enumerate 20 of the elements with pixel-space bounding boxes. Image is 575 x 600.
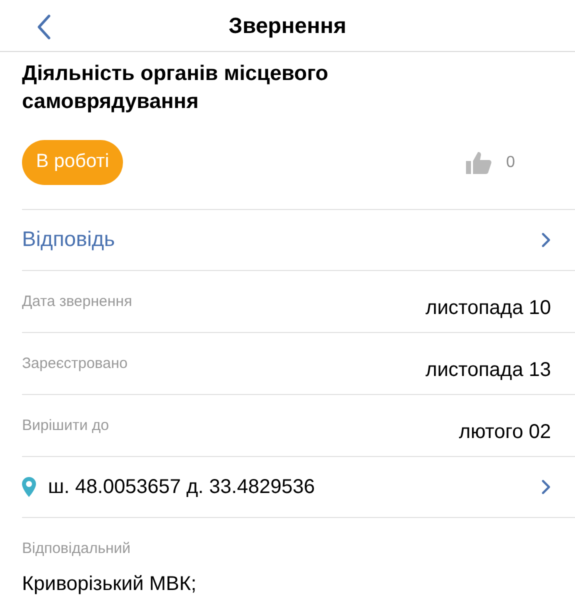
map-pin-icon <box>22 477 36 497</box>
field-value: лютого 02 <box>458 420 551 445</box>
window-title: Звернення <box>228 12 346 40</box>
thumbs-up-icon <box>466 150 492 174</box>
field-label: Дата звернення <box>22 292 132 312</box>
chevron-right-icon <box>541 232 551 248</box>
answer-link[interactable]: Відповідь <box>22 210 575 271</box>
field-value: Криворізький МВК; <box>22 572 198 596</box>
field-value: листопада 10 <box>426 296 551 321</box>
field-label: Вирішити до <box>22 416 109 436</box>
like-count: 0 <box>506 152 515 172</box>
status-badge: В роботі <box>22 140 124 185</box>
location-row[interactable]: ш. 48.0053657 д. 33.4829536 <box>22 457 575 518</box>
chevron-right-icon <box>541 479 551 495</box>
field-label: Відповідальний <box>22 539 132 559</box>
appeal-title: Діяльність органів місцевого самоврядування <box>22 61 330 115</box>
field-value: листопада 13 <box>426 358 551 383</box>
field-label: Зареєстровано <box>22 354 128 374</box>
coordinates-text: ш. 48.0053657 д. 33.4829536 <box>48 475 315 500</box>
back-icon <box>36 14 52 40</box>
